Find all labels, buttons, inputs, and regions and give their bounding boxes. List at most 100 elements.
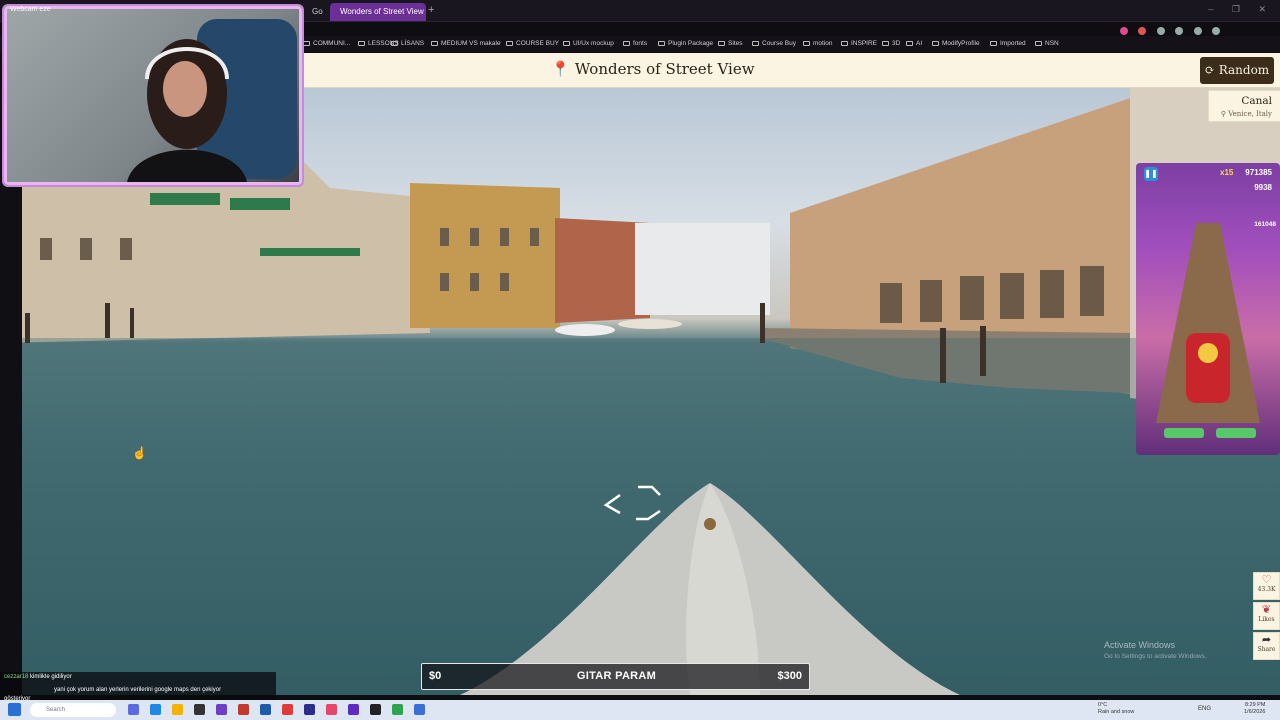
folder-icon [906, 40, 913, 46]
building-yellow [410, 183, 560, 328]
share-icon: ➦ [1261, 633, 1272, 646]
goal-target: $300 [777, 670, 802, 682]
app-icon[interactable] [194, 704, 205, 715]
navigation-arrow-icon[interactable] [600, 483, 680, 523]
extension-icon[interactable] [1212, 27, 1220, 35]
extension-icon[interactable] [1175, 27, 1184, 35]
folder-icon [990, 40, 997, 46]
likes-button[interactable]: ❦ Likes [1253, 602, 1280, 630]
weather-widget[interactable]: 0°C Rain and snow [1098, 702, 1134, 716]
bookmark-item[interactable]: Sites [718, 36, 742, 52]
runner [1198, 343, 1218, 363]
windows-start-icon[interactable] [8, 703, 21, 716]
bookmark-item[interactable]: MEDIUM VS makale [431, 36, 501, 52]
game-overlay: ❚❚ x15 971385 9938 161048 [1136, 163, 1280, 455]
page-title: 📍 Wonders of Street View [551, 60, 755, 78]
boat [555, 324, 615, 336]
window-controls[interactable]: – ❐ ✕ [1208, 4, 1274, 15]
bookmark-item[interactable]: COMMUNI... [303, 36, 350, 52]
bookmark-item[interactable]: LİSANS [391, 36, 424, 52]
app-icon[interactable] [238, 704, 249, 715]
boat [618, 319, 682, 329]
webcam-overlay [4, 6, 302, 185]
explorer-icon[interactable] [172, 704, 183, 715]
game-track [1156, 223, 1260, 438]
new-tab-button[interactable]: + [428, 4, 434, 16]
chat-message: yani çok yorum alan yerlerin verilerini … [54, 687, 222, 693]
location-card: Canal ⚲ Venice, Italy [1208, 90, 1280, 122]
goal-title: GITAR PARAM [576, 670, 657, 682]
refresh-icon: ⟳ [1204, 63, 1215, 77]
webcam-label: Webcam eze [10, 6, 51, 13]
bookmark-item[interactable]: fonts [623, 36, 647, 52]
teams-icon[interactable] [128, 704, 139, 715]
app-icon[interactable] [370, 704, 381, 715]
streamer-video [127, 19, 297, 182]
extension-icon[interactable] [1119, 27, 1128, 35]
bookmark-item[interactable]: 3D [882, 36, 900, 52]
folder-icon [752, 40, 759, 46]
bookmark-item[interactable]: Plugin Package [658, 36, 713, 52]
like-button[interactable]: ♡ 43.3K [1253, 572, 1280, 600]
app-icon[interactable] [392, 704, 403, 715]
pause-icon[interactable]: ❚❚ [1144, 167, 1158, 181]
folder-icon [718, 40, 725, 46]
edge-icon[interactable] [150, 704, 161, 715]
folder-icon [391, 40, 398, 46]
folder-icon [658, 40, 665, 46]
game-score: 971385 [1245, 168, 1272, 177]
random-button[interactable]: ⟳ Random [1200, 57, 1274, 84]
extension-icons [1114, 22, 1220, 35]
bookmark-item[interactable]: UI/Ux mockup [563, 36, 614, 52]
map-pin-icon: ⚲ [1220, 110, 1226, 118]
awning [230, 198, 290, 210]
bookmark-item[interactable]: Course Buy [752, 36, 796, 52]
taskbar-search[interactable]: Search [30, 703, 116, 717]
bookmark-item[interactable]: COURSE BUY [506, 36, 559, 52]
boat-cleat [704, 518, 716, 530]
powerup-bar [1216, 428, 1256, 438]
location-place: ⚲ Venice, Italy [1220, 110, 1272, 118]
location-name: Canal [1241, 95, 1272, 107]
bookmark-item[interactable]: Imported [990, 36, 1026, 52]
face [163, 61, 207, 117]
folder-icon [1035, 40, 1042, 46]
folder-icon [882, 40, 889, 46]
score-multiplier: x15 [1220, 168, 1234, 177]
browser-tab-active[interactable]: Wonders of Street View [330, 3, 426, 21]
extension-icon[interactable] [1138, 27, 1147, 35]
bookmark-item[interactable]: INSPIRE [841, 36, 877, 52]
folder-icon [841, 40, 848, 46]
bookmark-item[interactable]: motion [803, 36, 833, 52]
app-icon[interactable] [282, 704, 293, 715]
goal-current: $0 [429, 670, 442, 682]
donation-goal-bar: GITAR PARAM $0 $300 [421, 663, 810, 690]
browser-tab[interactable]: Go [302, 3, 328, 21]
premiere-icon[interactable] [304, 704, 315, 715]
app-icon[interactable] [326, 704, 337, 715]
language-indicator[interactable]: ENG [1198, 706, 1211, 712]
extension-icon[interactable] [1193, 27, 1202, 35]
awning [150, 193, 220, 205]
activate-windows-subtitle: Go to Settings to activate Windows. [1104, 653, 1207, 660]
clock[interactable]: 8:29 PM 1/6/2026 [1244, 702, 1265, 716]
app-icon[interactable] [414, 704, 425, 715]
bookmark-item[interactable]: ModifyProfile [932, 36, 980, 52]
activate-windows-title: Activate Windows [1104, 640, 1176, 650]
word-icon[interactable] [260, 704, 271, 715]
site-header: 📍 Wonders of Street View ⟳ Random [303, 53, 1280, 88]
bookmark-item[interactable]: NSN [1035, 36, 1059, 52]
folder-icon [563, 40, 570, 46]
powerup-bar [1164, 428, 1204, 438]
awning [260, 248, 360, 256]
discord-icon[interactable] [216, 704, 227, 715]
folder-icon [358, 40, 365, 46]
folder-icon [932, 40, 939, 46]
scaffolded-building [635, 223, 770, 315]
folder-icon [506, 40, 513, 46]
obs-icon[interactable] [348, 704, 359, 715]
bookmark-item[interactable]: AI [906, 36, 922, 52]
mouse-cursor-icon: ☝ [132, 446, 147, 460]
share-button[interactable]: ➦ Share [1253, 632, 1280, 660]
extension-icon[interactable] [1156, 27, 1165, 35]
